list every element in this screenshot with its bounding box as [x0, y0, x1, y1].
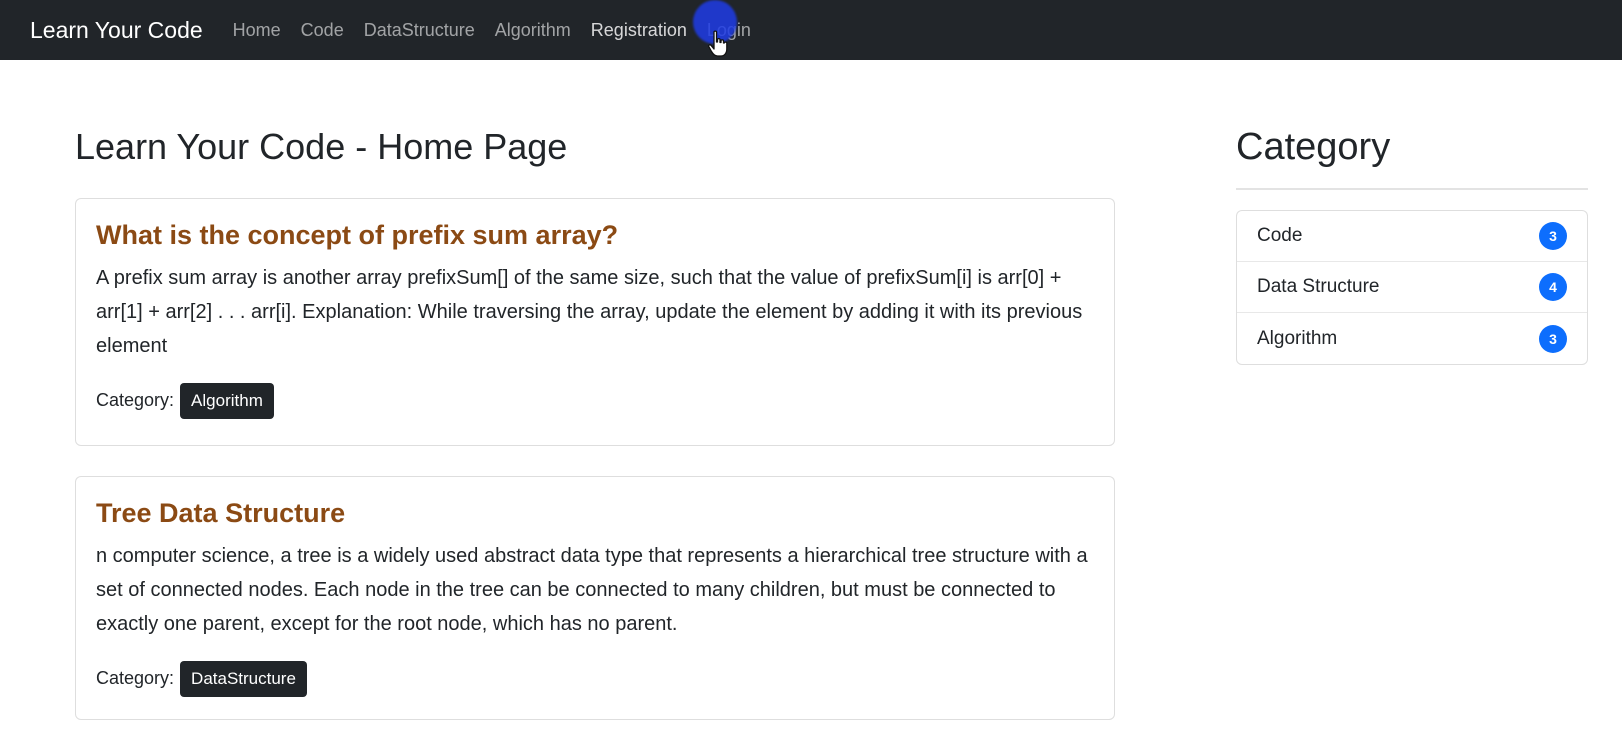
category-item-data-structure[interactable]: Data Structure 4	[1237, 262, 1587, 313]
navbar: Learn Your Code Home Code DataStructure …	[0, 0, 1622, 60]
post-body: A prefix sum array is another array pref…	[96, 266, 1083, 357]
post-card: What is the concept of prefix sum array?…	[75, 198, 1115, 446]
post-category-row: Category: DataStructure	[96, 660, 1094, 697]
sidebar-divider	[1236, 188, 1588, 190]
nav-link-login[interactable]: Login	[707, 20, 751, 41]
category-label: Category:	[96, 668, 175, 689]
post-title[interactable]: What is the concept of prefix sum array?	[96, 219, 1094, 253]
post-title[interactable]: Tree Data Structure	[96, 497, 1094, 531]
category-badge[interactable]: DataStructure	[180, 660, 307, 697]
brand-link[interactable]: Learn Your Code	[30, 17, 203, 44]
post-card: Tree Data Structure n computer science, …	[75, 476, 1115, 720]
category-count-badge: 3	[1539, 222, 1567, 250]
post-body: n computer science, a tree is a widely u…	[96, 544, 1088, 635]
nav-links: Home Code DataStructure Algorithm Regist…	[233, 20, 771, 41]
nav-link-code[interactable]: Code	[301, 20, 344, 41]
post-category-row: Category: Algorithm	[96, 382, 1094, 419]
sidebar-title: Category	[1236, 126, 1391, 168]
category-count-badge: 3	[1539, 324, 1567, 353]
category-count-badge: 4	[1539, 273, 1567, 301]
category-item-algorithm[interactable]: Algorithm 3	[1237, 313, 1587, 364]
category-item-label: Data Structure	[1257, 276, 1380, 297]
nav-link-home[interactable]: Home	[233, 20, 281, 41]
category-item-label: Algorithm	[1257, 327, 1338, 349]
nav-link-datastructure[interactable]: DataStructure	[364, 20, 475, 41]
category-label: Category:	[96, 390, 175, 411]
nav-link-registration[interactable]: Registration	[591, 20, 687, 41]
category-badge[interactable]: Algorithm	[180, 382, 274, 419]
nav-link-algorithm[interactable]: Algorithm	[495, 20, 571, 41]
page-title: Learn Your Code - Home Page	[75, 126, 568, 167]
category-item-code[interactable]: Code 3	[1237, 211, 1587, 262]
category-item-label: Code	[1257, 225, 1303, 246]
category-list: Code 3 Data Structure 4 Algorithm 3	[1236, 210, 1588, 365]
